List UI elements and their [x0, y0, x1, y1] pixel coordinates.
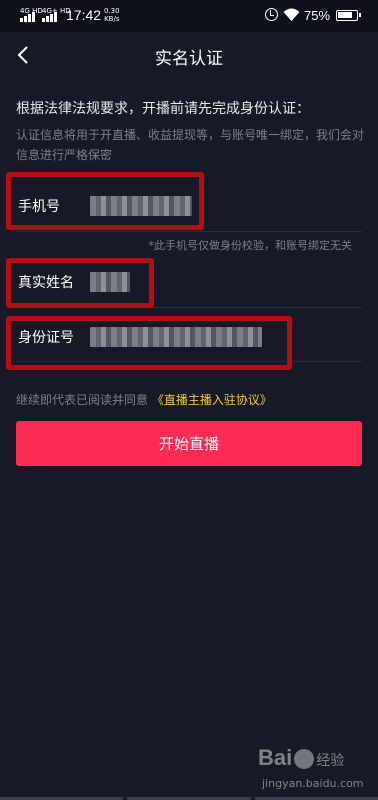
- battery-percent: 75%: [304, 8, 331, 23]
- signal-icon-1: [20, 12, 35, 22]
- network-speed-value: 0.30: [104, 7, 120, 15]
- wifi-icon: [283, 8, 300, 21]
- agreement-link[interactable]: 《直播主播入驻协议》: [152, 393, 272, 407]
- annotation-box-phone: [6, 172, 204, 230]
- phone-note: *此手机号仅做身份校验，和账号绑定无关: [148, 239, 353, 252]
- watermark-brand-left: Bai: [258, 745, 293, 770]
- network-speed: 0.30 KB/s: [104, 7, 120, 23]
- status-bar: 4G HD 4G+ HD 17:42 0.30 KB/s 75%: [0, 0, 378, 32]
- network-speed-unit: KB/s: [104, 15, 120, 23]
- signal-icon-2: [42, 12, 57, 22]
- alarm-icon: [265, 8, 278, 21]
- page-title: 实名认证: [155, 49, 223, 69]
- intro-title: 根据法律法规要求，开播前请先完成身份认证：: [16, 101, 310, 117]
- intro-description: 认证信息将用于开直播、收益提现等，与账号唯一绑定，我们会对信息进行严格保密: [16, 128, 365, 162]
- watermark-logo: Bai 经验: [258, 745, 344, 771]
- status-time: 17:42: [66, 7, 102, 23]
- nav-bar: 实名认证: [0, 32, 378, 76]
- battery-icon: [336, 10, 361, 21]
- annotation-box-id: [6, 316, 292, 370]
- agreement-line: 继续即代表已阅读并同意 《直播主播入驻协议》: [16, 391, 272, 408]
- agreement-prefix: 继续即代表已阅读并同意: [16, 393, 149, 407]
- paw-icon: [294, 749, 315, 770]
- watermark-brand-right: 经验: [316, 752, 345, 768]
- start-live-button[interactable]: 开始直播: [16, 421, 362, 466]
- watermark-url: jingyan.baidu.com: [262, 777, 364, 790]
- annotation-box-name: [6, 258, 154, 308]
